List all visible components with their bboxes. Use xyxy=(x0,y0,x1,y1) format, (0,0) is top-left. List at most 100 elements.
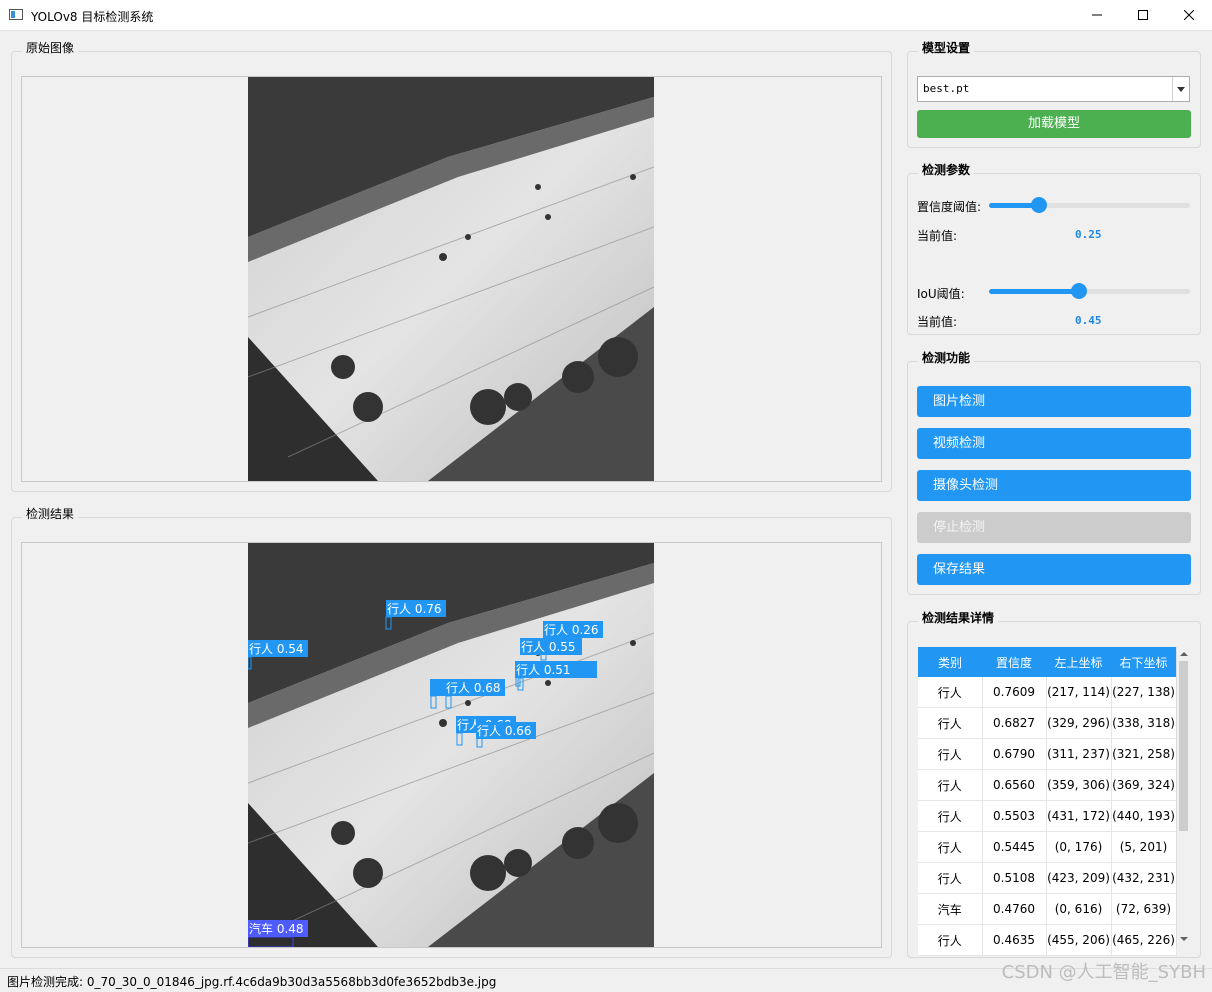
table-row[interactable]: 行人 0.4635 (455, 206) (465, 226) xyxy=(918,924,1177,956)
scrollbar-thumb[interactable] xyxy=(1179,661,1188,831)
table-row[interactable]: 行人 0.6560 (359, 306) (369, 324) xyxy=(918,769,1177,801)
chevron-down-icon[interactable] xyxy=(1172,77,1189,101)
detection-functions-title: 检测功能 xyxy=(918,349,975,366)
minimize-button[interactable] xyxy=(1074,0,1120,30)
iou-slider-fill xyxy=(989,289,1079,294)
detection-params-title: 检测参数 xyxy=(918,161,975,178)
detection-label: 行人 0.76 xyxy=(387,602,442,616)
table-cell: (465, 226) xyxy=(1111,924,1177,956)
table-cell: (227, 138) xyxy=(1111,677,1177,708)
result-image-title: 检测结果 xyxy=(22,505,79,522)
model-select-value: best.pt xyxy=(923,82,970,95)
table-cell: (455, 206) xyxy=(1046,924,1112,956)
original-image-title: 原始图像 xyxy=(22,39,79,56)
original-image-frame xyxy=(21,76,882,482)
iou-slider-handle[interactable] xyxy=(1071,283,1087,299)
watermark: CSDN @人工智能_SYBH xyxy=(1001,962,1206,983)
table-header-row: 类别 置信度 左上坐标 右下坐标 xyxy=(918,647,1176,677)
window-title: YOLOv8 目标检测系统 xyxy=(31,10,154,24)
table-cell: 0.6790 xyxy=(982,738,1047,770)
table-cell: 0.7609 xyxy=(982,677,1047,708)
table-cell: (369, 324) xyxy=(1111,769,1177,801)
column-header[interactable]: 置信度 xyxy=(982,647,1046,677)
scroll-up-icon[interactable] xyxy=(1178,650,1190,658)
detection-label: 行人 0.55 xyxy=(521,640,576,654)
title-bar: YOLOv8 目标检测系统 xyxy=(0,0,1212,31)
table-row[interactable]: 汽车 0.4760 (0, 616) (72, 639) xyxy=(918,893,1177,925)
video-detect-button[interactable]: 视频检测 xyxy=(917,428,1191,459)
table-cell: (321, 258) xyxy=(1111,738,1177,770)
load-model-button[interactable]: 加载模型 xyxy=(917,110,1191,138)
scroll-down-icon[interactable] xyxy=(1178,935,1190,943)
image-detect-button[interactable]: 图片检测 xyxy=(917,386,1191,417)
detection-label: 汽车 0.48 xyxy=(249,921,304,936)
table-cell: 0.5445 xyxy=(982,831,1047,863)
table-cell: 0.4635 xyxy=(982,924,1047,956)
result-image: 行人 0.76 行人 0.54 行人 0.26 行人 0.55 行人 0.51 … xyxy=(248,543,654,947)
results-table: 类别 置信度 左上坐标 右下坐标 行人 0.7609 (217, 114) (227,… xyxy=(918,647,1177,956)
detection-label: 行人 0.26 xyxy=(544,623,599,637)
table-cell: (217, 114) xyxy=(1046,677,1112,708)
table-cell: 行人 xyxy=(918,831,983,863)
table-cell: 0.4760 xyxy=(982,893,1047,925)
table-cell: 行人 xyxy=(918,862,983,894)
table-cell: (329, 296) xyxy=(1046,707,1112,739)
table-cell: (5, 201) xyxy=(1111,831,1177,863)
table-cell: (423, 209) xyxy=(1046,862,1112,894)
detection-label: 行人 0.66 xyxy=(477,724,532,738)
table-cell: (431, 172) xyxy=(1046,800,1112,832)
table-cell: 行人 xyxy=(918,677,983,708)
table-cell: (338, 318) xyxy=(1111,707,1177,739)
table-cell: (0, 616) xyxy=(1046,893,1112,925)
table-cell: (72, 639) xyxy=(1111,893,1177,925)
results-detail-title: 检测结果详情 xyxy=(918,609,999,626)
table-cell: 行人 xyxy=(918,800,983,832)
table-cell: 汽车 xyxy=(918,893,983,925)
table-row[interactable]: 行人 0.5108 (423, 209) (432, 231) xyxy=(918,862,1177,894)
column-header[interactable]: 右下坐标 xyxy=(1111,647,1176,677)
minimize-icon xyxy=(1092,14,1102,16)
table-cell: (440, 193) xyxy=(1111,800,1177,832)
result-image-frame: 行人 0.76 行人 0.54 行人 0.26 行人 0.55 行人 0.51 … xyxy=(21,542,882,948)
confidence-label: 置信度阈值: xyxy=(917,200,982,214)
confidence-current-label: 当前值: xyxy=(917,229,958,243)
table-cell: (432, 231) xyxy=(1111,862,1177,894)
maximize-icon xyxy=(1138,10,1148,20)
table-row[interactable]: 行人 0.6827 (329, 296) (338, 318) xyxy=(918,707,1177,739)
camera-detect-button[interactable]: 摄像头检测 xyxy=(917,470,1191,501)
table-cell: 0.6560 xyxy=(982,769,1047,801)
table-cell: 行人 xyxy=(918,738,983,770)
app-icon xyxy=(9,9,23,20)
table-cell: (311, 237) xyxy=(1046,738,1112,770)
maximize-button[interactable] xyxy=(1120,0,1166,30)
column-header[interactable]: 类别 xyxy=(918,647,982,677)
table-cell: 0.6827 xyxy=(982,707,1047,739)
column-header[interactable]: 左上坐标 xyxy=(1046,647,1111,677)
table-cell: 0.5503 xyxy=(982,800,1047,832)
table-cell: (359, 306) xyxy=(1046,769,1112,801)
model-select[interactable]: best.pt xyxy=(917,76,1190,102)
confidence-slider-handle[interactable] xyxy=(1031,197,1047,213)
close-icon xyxy=(1184,10,1194,20)
confidence-value: 0.25 xyxy=(1075,228,1102,241)
table-row[interactable]: 行人 0.5503 (431, 172) (440, 193) xyxy=(918,800,1177,832)
stop-detect-button[interactable]: 停止检测 xyxy=(917,512,1191,543)
table-cell: 行人 xyxy=(918,707,983,739)
iou-current-label: 当前值: xyxy=(917,315,958,329)
close-button[interactable] xyxy=(1166,0,1212,30)
model-settings-title: 模型设置 xyxy=(918,39,975,56)
table-row[interactable]: 行人 0.7609 (217, 114) (227, 138) xyxy=(918,677,1177,708)
iou-value: 0.45 xyxy=(1075,314,1102,327)
results-scrollbar[interactable] xyxy=(1176,647,1190,947)
table-cell: 行人 xyxy=(918,769,983,801)
table-cell: 0.5108 xyxy=(982,862,1047,894)
iou-slider[interactable] xyxy=(989,283,1190,299)
table-cell: 行人 xyxy=(918,924,983,956)
detection-label: 行人 0.51 xyxy=(516,663,571,677)
table-cell: (0, 176) xyxy=(1046,831,1112,863)
detection-label: 行人 0.68 xyxy=(446,681,501,695)
table-row[interactable]: 行人 0.6790 (311, 237) (321, 258) xyxy=(918,738,1177,770)
save-results-button[interactable]: 保存结果 xyxy=(917,554,1191,585)
confidence-slider[interactable] xyxy=(989,197,1190,213)
table-row[interactable]: 行人 0.5445 (0, 176) (5, 201) xyxy=(918,831,1177,863)
